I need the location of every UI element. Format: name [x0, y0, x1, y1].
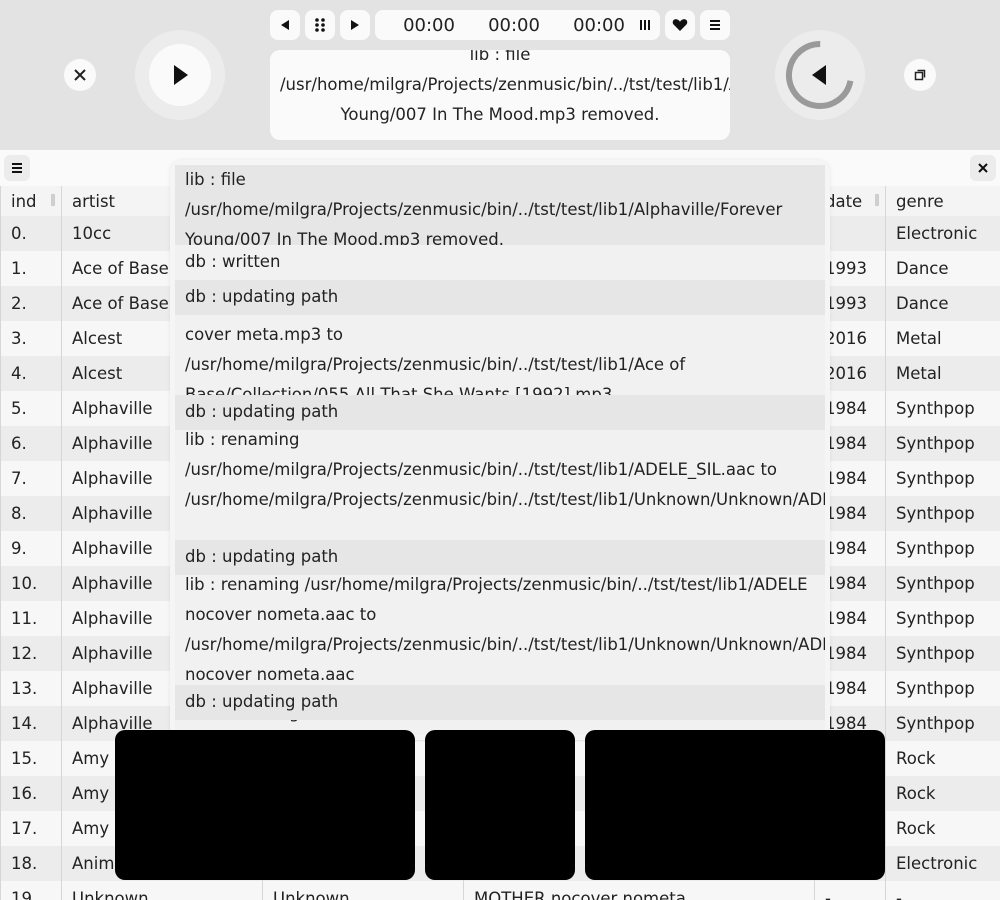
close-icon[interactable]: [64, 59, 96, 91]
table-cell-genre: Synthpop: [885, 671, 1000, 706]
table-cell-genre: Synthpop: [885, 426, 1000, 461]
equalizer-icon: [640, 20, 650, 30]
table-cell-genre: Electronic: [885, 846, 1000, 881]
log-entry: db : updating path: [175, 685, 825, 720]
list-close-button[interactable]: [970, 155, 996, 181]
table-cell-ind: 19.: [0, 881, 62, 900]
table-cell-c4: MOTHER nocover nometa: [463, 881, 815, 900]
table-row[interactable]: 19. Unknown Unknown MOTHER nocover nometa - -: [0, 881, 1000, 900]
column-resize-handle[interactable]: [875, 194, 879, 206]
next-button[interactable]: [340, 10, 370, 40]
visualizer-button[interactable]: [630, 10, 660, 40]
shuffle-icon: [315, 18, 325, 32]
maximize-button[interactable]: [904, 59, 936, 91]
table-cell-artist: Unknown: [61, 881, 263, 900]
column-header-ind[interactable]: ind: [0, 186, 62, 216]
table-cell-genre: Dance: [885, 251, 1000, 286]
next-icon: [351, 20, 359, 30]
table-cell-ind: 0.: [0, 216, 62, 251]
table-cell-genre: Rock: [885, 811, 1000, 846]
song-info-display: lib : file /usr/home/milgra/Projects/zen…: [270, 50, 730, 140]
table-cell-date: -: [814, 881, 886, 900]
maximize-icon: [914, 69, 926, 81]
prev-button[interactable]: [270, 10, 300, 40]
table-cell-genre: Synthpop: [885, 636, 1000, 671]
table-cell-genre: Synthpop: [885, 566, 1000, 601]
table-cell-genre: Rock: [885, 741, 1000, 776]
table-cell-c3: Unknown: [262, 881, 464, 900]
table-cell-genre: Synthpop: [885, 496, 1000, 531]
song-info-text: lib : file /usr/home/milgra/Projects/zen…: [280, 50, 730, 124]
video-panel-right: [585, 730, 885, 880]
table-cell-ind: 13.: [0, 671, 62, 706]
play-button[interactable]: [135, 30, 225, 120]
table-cell-ind: 4.: [0, 356, 62, 391]
table-cell-genre: Synthpop: [885, 601, 1000, 636]
table-cell-genre: Electronic: [885, 216, 1000, 251]
log-entry: db : updating path: [175, 395, 825, 430]
table-cell-ind: 8.: [0, 496, 62, 531]
table-cell-genre: Synthpop: [885, 391, 1000, 426]
table-cell-ind: 15.: [0, 741, 62, 776]
video-panel-left: [115, 730, 415, 880]
table-cell-ind: 1.: [0, 251, 62, 286]
menu-icon: [12, 163, 22, 173]
table-cell-ind: 12.: [0, 636, 62, 671]
log-popup[interactable]: lib : file /usr/home/milgra/Projects/zen…: [170, 160, 830, 740]
table-cell-genre: Synthpop: [885, 531, 1000, 566]
table-cell-ind: 2.: [0, 286, 62, 321]
heart-icon: [672, 19, 688, 31]
table-cell-ind: 11.: [0, 601, 62, 636]
table-cell-ind: 17.: [0, 811, 62, 846]
table-cell-genre: Synthpop: [885, 706, 1000, 741]
table-cell-ind: 9.: [0, 531, 62, 566]
list-menu-button[interactable]: [4, 155, 30, 181]
column-header-genre[interactable]: genre: [885, 186, 1000, 216]
table-cell-ind: 18.: [0, 846, 62, 881]
table-cell-ind: 16.: [0, 776, 62, 811]
shuffle-button[interactable]: [305, 10, 335, 40]
table-cell-genre: Metal: [885, 321, 1000, 356]
table-cell-genre: Synthpop: [885, 461, 1000, 496]
log-entry: db : written: [175, 245, 825, 280]
log-entry: lib : renaming /usr/home/milgra/Projects…: [175, 575, 825, 685]
video-panel-center: [425, 730, 575, 880]
table-cell-ind: 3.: [0, 321, 62, 356]
table-cell-genre: Rock: [885, 776, 1000, 811]
volume-knob[interactable]: [775, 30, 865, 120]
table-cell-ind: 10.: [0, 566, 62, 601]
log-entry: lib : file /usr/home/milgra/Projects/zen…: [175, 165, 825, 245]
zenmusic-window: 00:00 00:00 00:00 lib : file /usr/home/m…: [0, 0, 1000, 900]
table-cell-ind: 7.: [0, 461, 62, 496]
column-resize-handle[interactable]: [51, 194, 55, 206]
like-button[interactable]: [665, 10, 695, 40]
table-cell-genre: Metal: [885, 356, 1000, 391]
log-list[interactable]: lib : file /usr/home/milgra/Projects/zen…: [175, 165, 825, 735]
table-cell-ind: 6.: [0, 426, 62, 461]
table-cell-ind: 5.: [0, 391, 62, 426]
table-cell-ind: 14.: [0, 706, 62, 741]
log-entry: db : updating path: [175, 280, 825, 315]
table-cell-genre: Dance: [885, 286, 1000, 321]
log-entry: lib : renaming /usr/home/milgra/Projects…: [175, 315, 825, 395]
log-entry: db : updating path: [175, 540, 825, 575]
prev-icon: [281, 20, 289, 30]
table-cell-genre: -: [885, 881, 1000, 900]
play-icon: [174, 65, 188, 85]
log-entry: lib : renaming /usr/home/milgra/Projects…: [175, 430, 825, 540]
menu-button[interactable]: [700, 10, 730, 40]
close-icon: [978, 163, 988, 173]
volume-back-icon: [812, 65, 826, 85]
menu-icon: [710, 20, 720, 30]
top-bar: 00:00 00:00 00:00 lib : file /usr/home/m…: [0, 0, 1000, 150]
